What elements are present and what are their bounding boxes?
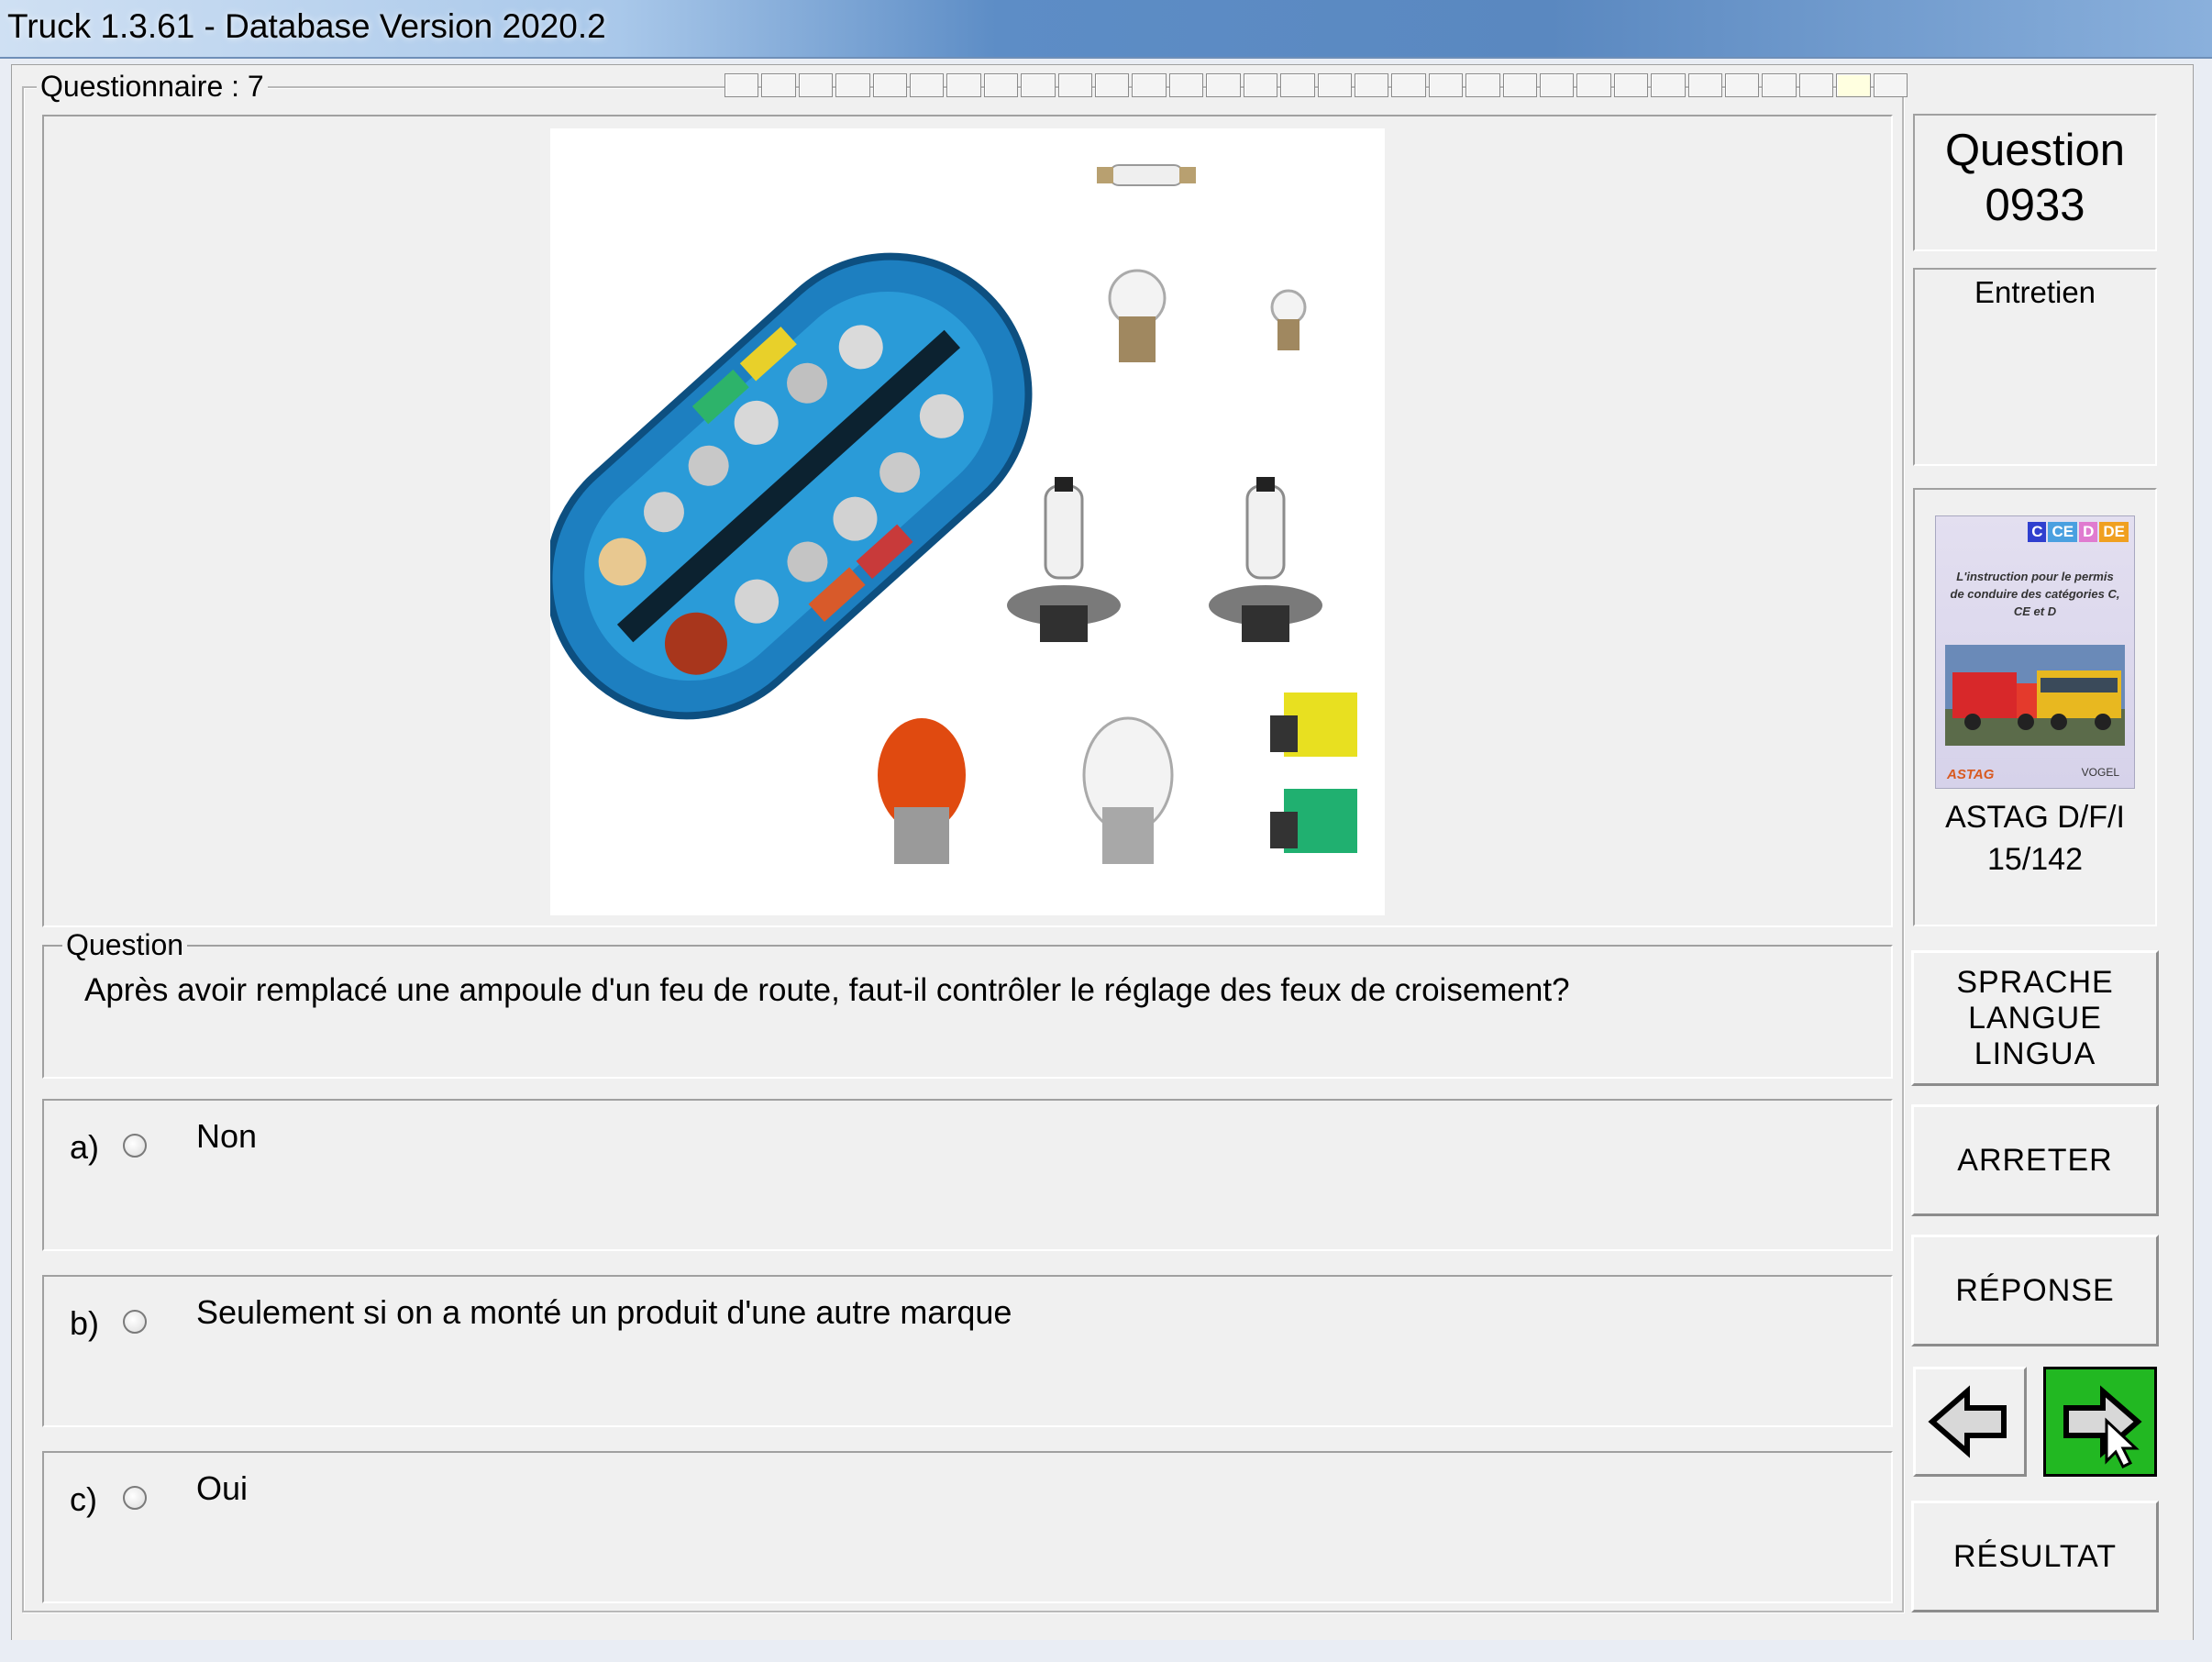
answer-button[interactable]: RÉPONSE	[1911, 1235, 2159, 1346]
questionnaire-label: Questionnaire : 7	[37, 70, 268, 104]
question-panel	[42, 945, 1893, 1079]
question-text: Après avoir remplacé une ampoule d'un fe…	[84, 972, 1570, 1008]
truck-bus-photo	[1945, 645, 2125, 746]
badge-de: DE	[2099, 522, 2129, 542]
answer-option-c[interactable]: c) Oui	[42, 1451, 1893, 1603]
progress-segment	[1206, 73, 1241, 97]
progress-segment	[1057, 73, 1093, 97]
language-button-label-it: LINGUA	[1974, 1036, 2096, 1071]
stop-button-label: ARRETER	[1957, 1142, 2113, 1178]
progress-segment	[872, 73, 908, 97]
language-button[interactable]: SPRACHE LANGUE LINGUA	[1911, 950, 2159, 1086]
answer-button-label: RÉPONSE	[1955, 1272, 2115, 1308]
progress-segment	[1095, 73, 1130, 97]
progress-segment	[1613, 73, 1649, 97]
stop-button[interactable]: ARRETER	[1911, 1104, 2159, 1216]
progress-segment	[1132, 73, 1167, 97]
progress-segment	[1465, 73, 1500, 97]
question-number: 0933	[1985, 181, 2085, 230]
progress-segment	[724, 73, 759, 97]
progress-segment	[1168, 73, 1204, 97]
answer-letter: b)	[70, 1304, 100, 1342]
progress-segment	[1651, 73, 1686, 97]
language-button-label-de: SPRACHE	[1956, 964, 2114, 1000]
progress-segment	[1762, 73, 1797, 97]
question-legend: Question	[62, 928, 188, 962]
answer-letter: c)	[70, 1480, 97, 1518]
progress-segment	[1873, 73, 1908, 97]
progress-segment	[1798, 73, 1834, 97]
book-cover-text: L'instruction pour le permis de conduire…	[1950, 570, 2120, 618]
progress-segment	[1354, 73, 1389, 97]
progress-segment	[1280, 73, 1315, 97]
progress-segment	[983, 73, 1019, 97]
window-titlebar: Truck 1.3.61 - Database Version 2020.2	[0, 0, 2212, 59]
previous-button[interactable]	[1913, 1367, 2027, 1477]
window-title: Truck 1.3.61 - Database Version 2020.2	[7, 7, 606, 45]
badge-ce: CE	[2048, 522, 2078, 542]
book-publisher-right: VOGEL	[2081, 766, 2119, 779]
question-heading: Question	[1944, 126, 2126, 175]
progress-segment	[1317, 73, 1352, 97]
language-button-label-fr: LANGUE	[1968, 1000, 2102, 1036]
category-box: Entretien	[1913, 268, 2157, 466]
answer-text: Seulement si on a monté un produit d'une…	[196, 1293, 1012, 1331]
category-label: Entretien	[1974, 275, 2096, 309]
progress-segment	[1502, 73, 1537, 97]
answer-option-b[interactable]: b) Seulement si on a monté un produit d'…	[42, 1275, 1893, 1427]
category-badges: C CE D DE	[2028, 522, 2129, 542]
answer-radio-c[interactable]	[123, 1486, 147, 1510]
answer-letter: a)	[70, 1128, 100, 1166]
result-button[interactable]: RÉSULTAT	[1911, 1501, 2159, 1612]
question-image	[545, 128, 1385, 915]
next-button[interactable]	[2043, 1367, 2157, 1477]
window-bottom-border	[0, 1640, 2212, 1662]
answer-radio-b[interactable]	[123, 1310, 147, 1334]
progress-segment	[1576, 73, 1611, 97]
book-page: 15/142	[1987, 842, 2083, 877]
progress-segment	[1539, 73, 1575, 97]
progress-segment	[910, 73, 945, 97]
questionnaire-progress	[724, 73, 1908, 97]
badge-d: D	[2079, 522, 2098, 542]
right-arrow-icon	[2063, 1385, 2142, 1469]
progress-segment	[1391, 73, 1426, 97]
book-title: ASTAG D/F/I	[1945, 800, 2125, 835]
progress-segment	[1724, 73, 1760, 97]
answer-option-a[interactable]: a) Non	[42, 1099, 1893, 1251]
badge-c: C	[2028, 522, 2047, 542]
progress-segment	[761, 73, 796, 97]
progress-segment	[1687, 73, 1722, 97]
book-publisher-left: ASTAG	[1947, 767, 1995, 782]
answer-text: Non	[196, 1117, 258, 1155]
answer-radio-a[interactable]	[123, 1134, 147, 1158]
book-cover: C CE D DE L'instruction pour le permis d…	[1935, 515, 2135, 789]
answer-text: Oui	[196, 1469, 249, 1507]
progress-segment	[1021, 73, 1056, 97]
progress-segment	[1836, 73, 1871, 97]
progress-segment	[946, 73, 981, 97]
progress-segment	[1428, 73, 1464, 97]
progress-segment	[1243, 73, 1278, 97]
progress-segment	[835, 73, 870, 97]
result-button-label: RÉSULTAT	[1952, 1538, 2118, 1574]
bulb-kit-illustration	[545, 164, 1357, 864]
question-number-box: Question 0933	[1913, 114, 2157, 251]
progress-segment	[798, 73, 834, 97]
left-arrow-icon	[1928, 1385, 2007, 1458]
